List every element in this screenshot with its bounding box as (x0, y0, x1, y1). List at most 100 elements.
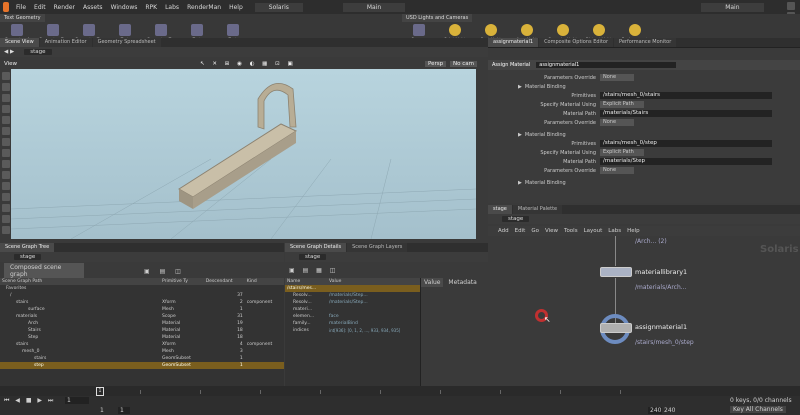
timeline-ruler[interactable] (0, 386, 800, 396)
tab-scene-graph-details[interactable]: Scene Graph Details (285, 243, 347, 252)
key-all-channels-button[interactable]: Key All Channels (730, 406, 786, 413)
table-row[interactable]: Favorites (0, 285, 284, 292)
binding-1-material-field[interactable]: /materials/Stairs (600, 110, 772, 117)
end-frame[interactable]: 240 (664, 407, 675, 414)
tree-filter-icons[interactable]: ▣ ▤ ◫ (144, 268, 185, 275)
col-name[interactable]: Name (285, 278, 327, 285)
menu-file[interactable]: File (12, 4, 30, 11)
start-frame-field[interactable]: 1 (118, 407, 130, 414)
details-row-selected[interactable]: /stairs/mes... (285, 285, 420, 292)
tab-scene-graph-layers[interactable]: Scene Graph Layers (347, 243, 408, 252)
end-frame-field[interactable]: 240 (648, 407, 662, 414)
details-toolbar[interactable]: ▣ ▤ ▦ ◫ (285, 264, 488, 278)
col-desc[interactable]: Descendant (204, 278, 245, 285)
table-row[interactable]: stairs Xform 4 component (0, 341, 284, 348)
table-row[interactable]: Step Material 18 (0, 334, 284, 341)
details-row[interactable]: family... materialBind (285, 320, 420, 327)
network-path[interactable]: stage (502, 216, 530, 222)
binding-1-header[interactable]: ▶ Material Binding (488, 82, 800, 91)
details-row[interactable]: Resolv.../materials/Step... (285, 299, 420, 306)
start-frame[interactable]: 1 (100, 407, 104, 414)
tab-animation-editor[interactable]: Animation Editor (39, 38, 92, 47)
binding-1-spec-dropdown[interactable]: Explicit Path (600, 101, 644, 108)
menu-rpk[interactable]: RPK (141, 4, 161, 11)
details-row[interactable]: elemen... face (285, 313, 420, 320)
tab-stage[interactable]: stage (488, 205, 512, 214)
node-assignmaterial1[interactable] (600, 323, 632, 333)
tab-metadata[interactable]: Metadata (445, 278, 479, 287)
table-row[interactable]: stairs GeomSubset 1 (0, 355, 284, 362)
network-editor[interactable]: Solaris /Arch... (2) materiallibrary1 /m… (488, 236, 800, 386)
table-row[interactable]: materials Scope 31 (0, 313, 284, 320)
menu-windows[interactable]: Windows (107, 4, 142, 11)
tree-path[interactable]: stage (14, 254, 42, 260)
details-row[interactable]: Resolv.../materials/Step... (285, 292, 420, 299)
binding-1-primitives-field[interactable]: /stairs/mesh_0/stairs (600, 92, 772, 99)
col-type[interactable]: Primitive Ty (160, 278, 204, 285)
path-stage[interactable]: stage (24, 49, 52, 55)
override-dropdown[interactable]: None (600, 74, 634, 81)
current-frame-marker[interactable]: 1 (96, 387, 104, 396)
net-menu-help[interactable]: Help (627, 228, 640, 234)
net-menu-layout[interactable]: Layout (584, 228, 603, 234)
details-row[interactable]: indices int[936]: [0, 1, 2, ..., 933, 934… (285, 327, 420, 334)
menu-render[interactable]: Render (50, 4, 79, 11)
net-menu-add[interactable]: Add (498, 228, 509, 234)
viewport-toolbar-icons[interactable]: ↖ ✕ ⊞ ◉ ◐ ▦ ⊡ ▣ (200, 61, 296, 67)
tab-material-palette[interactable]: Material Palette (512, 205, 563, 214)
playback-controls[interactable]: ⏮ ◀ ■ ▶ ⏭ (4, 397, 55, 405)
tab-scene-view[interactable]: Scene View (0, 38, 39, 47)
table-row-selected[interactable]: step GeomSubset 1 (0, 362, 284, 369)
binding-2-ov-dropdown[interactable]: None (600, 167, 634, 174)
shelf-tab-text-geometry[interactable]: Text Geometry (0, 14, 45, 22)
node-materiallibrary1[interactable] (600, 267, 632, 277)
details-path[interactable]: stage (299, 254, 327, 260)
binding-2-material-field[interactable]: /materials/Step (600, 158, 772, 165)
node-name-field[interactable]: assignmaterial1 (536, 62, 677, 68)
menu-assets[interactable]: Assets (79, 4, 107, 11)
viewport-right-toolbar[interactable] (476, 69, 488, 239)
desktop-selector-right[interactable]: Main (701, 2, 764, 12)
binding-1-ov-dropdown[interactable]: None (600, 119, 634, 126)
tab-assignmaterial1[interactable]: assignmaterial1 (488, 38, 539, 47)
table-row[interactable]: stairs Xform 2 component (0, 299, 284, 306)
net-menu-labs[interactable]: Labs (608, 228, 621, 234)
back-arrow-icon[interactable]: ◀ ▶ (4, 49, 14, 55)
3d-viewport[interactable] (10, 69, 477, 240)
net-menu-tools[interactable]: Tools (564, 228, 578, 234)
menu-edit[interactable]: Edit (30, 4, 50, 11)
desktop-selector-left[interactable]: Main (342, 2, 406, 12)
shelf-tab-usd-lights[interactable]: USD Lights and Cameras (402, 14, 473, 22)
table-row[interactable]: Arch Material 19 (0, 320, 284, 327)
binding-3-header[interactable]: ▶ Material Binding (488, 178, 800, 187)
net-menu-go[interactable]: Go (531, 228, 539, 234)
table-row[interactable]: /37 (0, 292, 284, 299)
binding-2-primitives-field[interactable]: /stairs/mesh_0/step (600, 140, 772, 147)
binding-2-spec-dropdown[interactable]: Explicit Path (600, 149, 644, 156)
menu-renderman[interactable]: RenderMan (183, 4, 225, 11)
tab-value[interactable]: Value (421, 278, 444, 287)
tab-scene-graph-tree[interactable]: Scene Graph Tree (0, 243, 55, 252)
binding-2-header[interactable]: ▶ Material Binding (488, 130, 800, 139)
tab-composite-options[interactable]: Composite Options Editor (539, 38, 614, 47)
menu-help[interactable]: Help (225, 4, 247, 11)
context-selector[interactable]: Solaris (254, 2, 303, 12)
details-view-icons[interactable]: ▣ ▤ ▦ ◫ (289, 267, 338, 274)
frame-field[interactable]: 1 (65, 397, 89, 404)
tab-performance-monitor[interactable]: Performance Monitor (614, 38, 677, 47)
persp-menu[interactable]: Persp (425, 61, 447, 67)
col-kind[interactable]: Kind (245, 278, 284, 285)
tab-geometry-spreadsheet[interactable]: Geometry Spreadsheet (92, 38, 161, 47)
col-value[interactable]: Value (327, 278, 420, 285)
net-menu-view[interactable]: View (545, 228, 558, 234)
table-row[interactable]: mesh_0 Mesh 3 (0, 348, 284, 355)
camera-menu[interactable]: No cam (450, 61, 477, 67)
table-row[interactable]: Stairs Material 18 (0, 327, 284, 334)
details-row[interactable]: materi... (285, 306, 420, 313)
tree-mode-dropdown[interactable]: Composed scene graph (4, 263, 84, 279)
table-row[interactable]: surface Mesh 1 (0, 306, 284, 313)
col-path[interactable]: Scene Graph Path (0, 278, 160, 285)
net-menu-edit[interactable]: Edit (515, 228, 526, 234)
menu-labs[interactable]: Labs (161, 4, 183, 11)
viewport-left-toolbar[interactable] (0, 69, 11, 239)
